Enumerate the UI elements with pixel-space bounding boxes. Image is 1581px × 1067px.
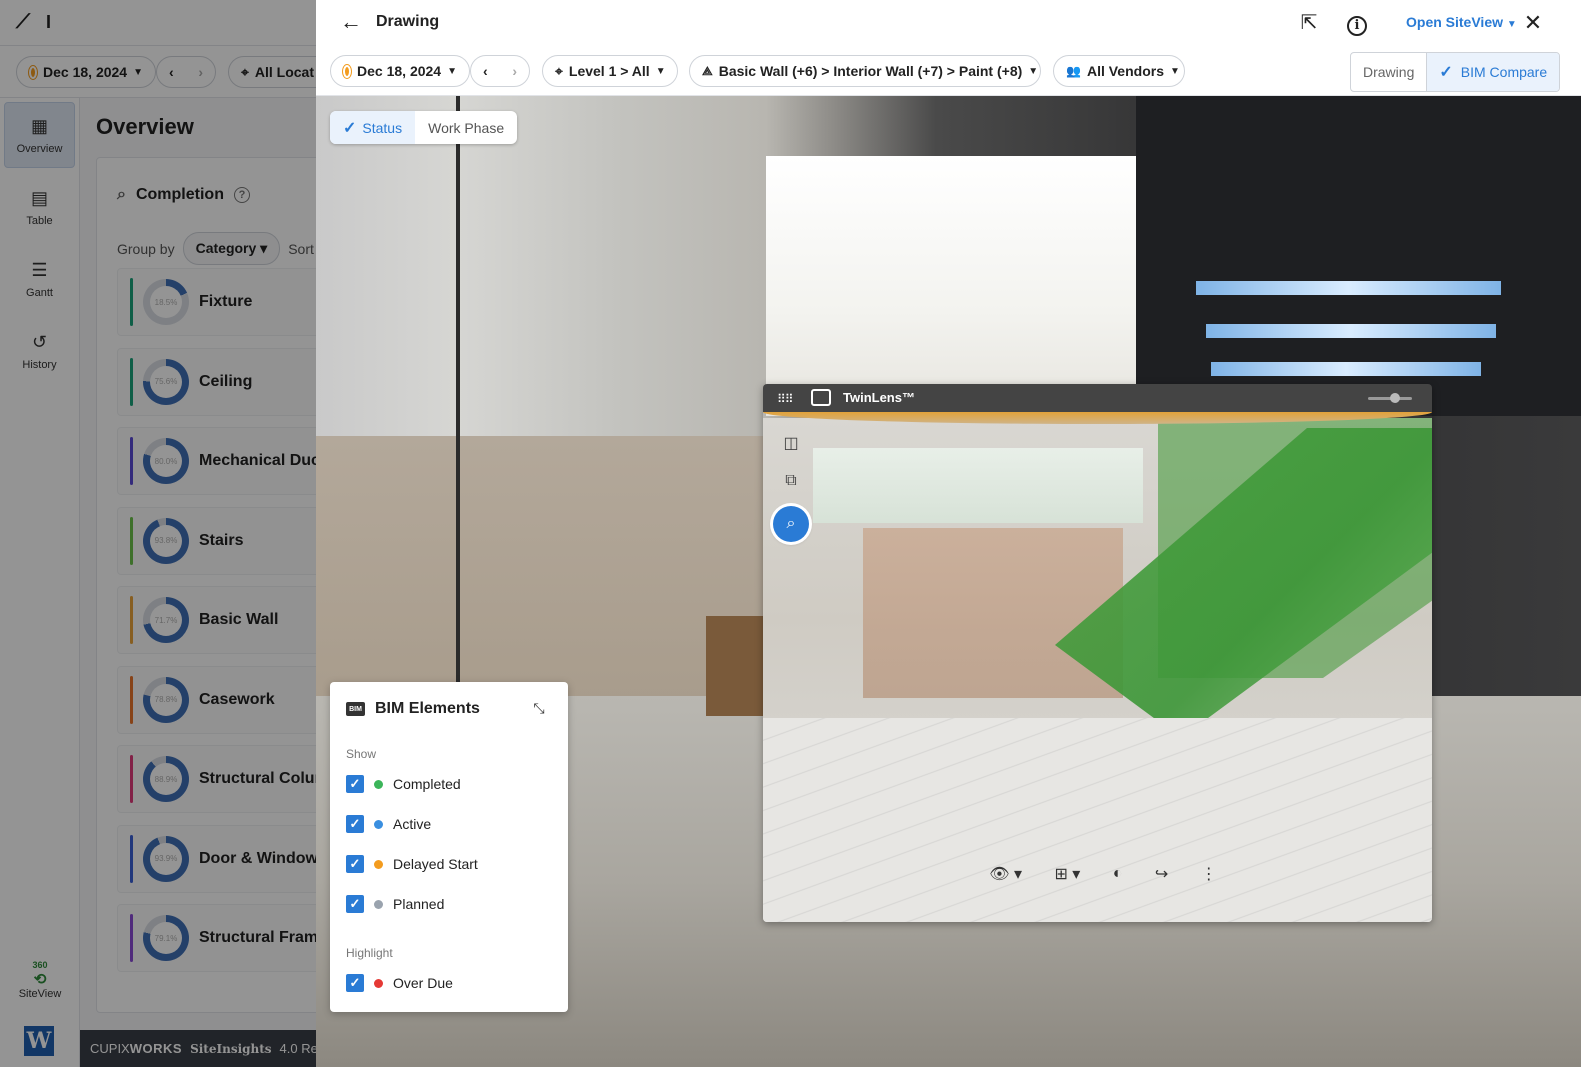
date-status-icon	[343, 64, 352, 78]
chevron-down-icon: ▼	[1169, 65, 1180, 77]
close-icon[interactable]: ✕	[1520, 10, 1546, 36]
bim-item-label: Completed	[393, 776, 461, 792]
bim-item-active[interactable]: ✓ Active	[346, 812, 431, 836]
lens-view-icon[interactable]: ⌕	[773, 506, 809, 542]
show-label: Show	[346, 747, 377, 761]
redirect-icon[interactable]: ↪	[1155, 864, 1168, 884]
visibility-icon[interactable]: 👁 ▾	[989, 864, 1022, 884]
bim-compare-button[interactable]: ✓ BIM Compare	[1426, 53, 1560, 91]
checkbox-checked-icon[interactable]: ✓	[346, 775, 364, 793]
scene-wall	[766, 156, 1136, 416]
contrast-icon[interactable]: ◐	[1113, 865, 1123, 883]
level-filter[interactable]: ⌖ Level 1 > All ▼	[542, 55, 678, 87]
scene-window	[813, 448, 1143, 523]
donut-percent: 88.9%	[154, 774, 178, 784]
category-label: Basic Wall (+6) > Interior Wall (+7) > P…	[718, 63, 1023, 79]
bim-item-label: Planned	[393, 896, 445, 912]
prev-icon[interactable]: ‹	[483, 63, 488, 79]
check-icon: ✓	[343, 119, 357, 137]
open-siteview-button[interactable]: Open SiteView ▼	[1406, 14, 1517, 30]
bim-icon: BIM	[346, 702, 365, 716]
checkbox-checked-icon[interactable]: ✓	[346, 895, 364, 913]
bim-item-delayed-start[interactable]: ✓ Delayed Start	[346, 852, 478, 876]
checkbox-checked-icon[interactable]: ✓	[346, 815, 364, 833]
level-label: Level 1 > All	[568, 63, 650, 79]
work-phase-button[interactable]: Work Phase	[415, 111, 517, 144]
status-dot	[374, 899, 383, 909]
panorama-viewer[interactable]: ✓ Status Work Phase ⠿⠿ TwinLens™ ◫ ⧉ ⌕ 👁…	[316, 96, 1581, 1067]
more-icon[interactable]: ⋮	[1201, 864, 1217, 884]
donut-percent: 78.8%	[154, 695, 178, 704]
category-filter[interactable]: ⟁ Basic Wall (+6) > Interior Wall (+7) >…	[689, 55, 1041, 87]
drag-grid-icon[interactable]: ⠿⠿	[777, 392, 794, 406]
bim-panel-title: BIM Elements	[375, 700, 480, 717]
twinlens-side-toolbar: ◫ ⧉ ⌕	[773, 430, 809, 542]
scene-skylight	[1206, 324, 1496, 338]
floorplan-icon[interactable]: ⊞ ▾	[1054, 864, 1080, 884]
collapse-icon[interactable]: ⤡	[530, 700, 548, 718]
scene-crates	[863, 528, 1123, 698]
scene-cable	[456, 96, 460, 696]
bim-panel-header: BIM BIM Elements	[346, 700, 480, 718]
twinlens-title: TwinLens™	[843, 390, 915, 405]
compare-view-icon[interactable]: ⧉	[776, 468, 806, 494]
bim-item-completed[interactable]: ✓ Completed	[346, 772, 461, 796]
donut-percent: 93.8%	[154, 536, 178, 545]
split-view-icon[interactable]: ◫	[776, 430, 806, 456]
date-nav: ‹ ›	[470, 55, 530, 87]
twinlens-bottom-toolbar: 👁 ▾ ⊞ ▾ ◐ ↪ ⋮	[973, 852, 1233, 896]
bim-item-over-due[interactable]: ✓ Over Due	[346, 971, 453, 995]
donut-percent: 79.1%	[154, 933, 178, 943]
modal-filterbar: Dec 18, 2024 ▼ ‹ › ⌖ Level 1 > All ▼ ⟁ B…	[316, 46, 1581, 96]
vendors-filter[interactable]: 👥 All Vendors ▼	[1053, 55, 1185, 87]
drawing-mode-button[interactable]: Drawing	[1351, 53, 1426, 91]
bim-item-planned[interactable]: ✓ Planned	[346, 892, 444, 916]
opacity-slider[interactable]	[1368, 393, 1412, 403]
date-filter[interactable]: Dec 18, 2024 ▼	[330, 55, 470, 87]
vendors-label: All Vendors	[1086, 63, 1164, 79]
twinlens-titlebar[interactable]: ⠿⠿ TwinLens™	[763, 384, 1432, 412]
next-icon[interactable]: ›	[512, 63, 517, 79]
bim-elements-panel: BIM BIM Elements ⤡ Show ✓ Completed ✓ Activ…	[330, 682, 568, 1012]
shapes-icon: ⟁	[702, 63, 713, 78]
status-button[interactable]: ✓ Status	[330, 111, 416, 144]
bim-item-label: Delayed Start	[393, 856, 478, 872]
twinlens-window[interactable]: ⠿⠿ TwinLens™ ◫ ⧉ ⌕ 👁 ▾ ⊞ ▾ ◐ ↪ ⋮	[763, 384, 1432, 922]
check-icon: ✓	[1439, 64, 1453, 81]
group-icon: 👥	[1066, 64, 1081, 78]
scene-skylight	[1196, 281, 1501, 295]
donut-percent: 18.5%	[154, 297, 178, 307]
chevron-down-icon: ▼	[447, 65, 457, 77]
view-mode-toggle: Drawing ✓ BIM Compare	[1350, 52, 1561, 92]
status-dot	[374, 859, 383, 869]
status-dot	[374, 819, 383, 829]
back-arrow-icon[interactable]: ←	[338, 10, 364, 36]
twinlens-scene	[763, 418, 1432, 922]
status-dot	[374, 779, 383, 789]
donut-percent: 71.7%	[154, 615, 178, 625]
date-label: Dec 18, 2024	[357, 63, 442, 79]
scene-wall-lower	[316, 436, 766, 706]
chevron-down-icon: ▼	[655, 65, 666, 77]
donut-percent: 80.0%	[154, 456, 178, 466]
status-dot	[374, 978, 383, 988]
scene-boxes	[706, 616, 766, 716]
checkbox-checked-icon[interactable]: ✓	[346, 974, 364, 992]
pin-icon: ⌖	[555, 62, 563, 79]
highlight-label: Highlight	[346, 946, 393, 960]
chevron-down-icon: ▼	[1028, 65, 1039, 77]
donut-percent: 93.9%	[154, 854, 178, 863]
scene-skylight	[1211, 362, 1481, 376]
share-icon[interactable]: ⇱	[1296, 10, 1322, 36]
twinlens-icon	[811, 389, 831, 406]
bim-item-label: Active	[393, 816, 432, 832]
modal-title: Drawing	[376, 13, 440, 30]
checkbox-checked-icon[interactable]: ✓	[346, 855, 364, 873]
bim-item-label: Over Due	[393, 975, 453, 991]
donut-percent: 75.6%	[154, 377, 178, 386]
info-icon[interactable]: i	[1344, 10, 1370, 36]
modal-header: ← Drawing ⇱ i Open SiteView ▼ ✕	[316, 0, 1581, 46]
drawing-modal: ← Drawing ⇱ i Open SiteView ▼ ✕ Dec 18, …	[316, 0, 1581, 1067]
status-workphase-toggle: ✓ Status Work Phase	[330, 111, 518, 144]
